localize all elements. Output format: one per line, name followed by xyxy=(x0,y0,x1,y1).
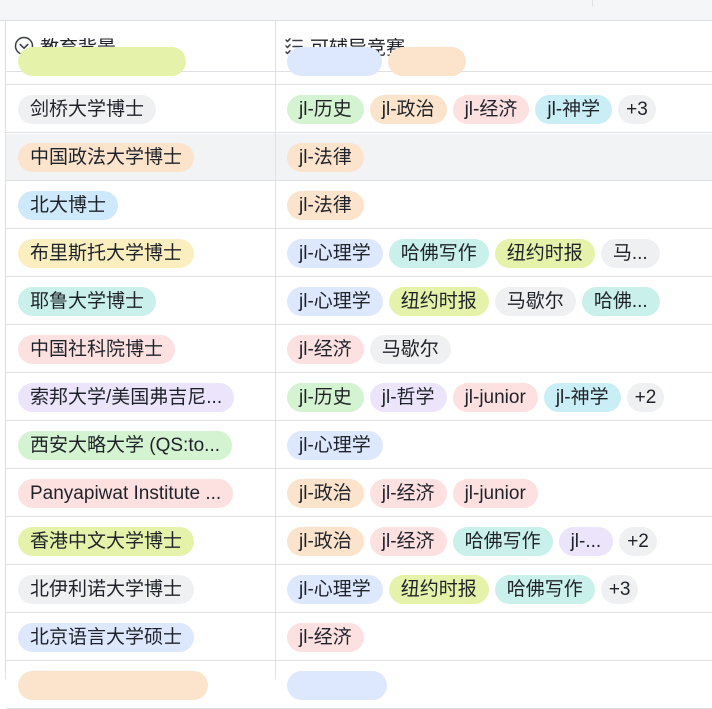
cell-education[interactable]: 西安大略大学 (QS:to... xyxy=(18,422,273,469)
competition-tag: 哈佛写作 xyxy=(388,239,489,268)
competition-tag: jl-经济 xyxy=(287,623,364,652)
education-tag: 北伊利诺大学博士 xyxy=(18,575,195,604)
competition-tag: 哈佛... xyxy=(581,287,660,316)
competition-tag: jl-经济 xyxy=(287,335,364,364)
competition-tag: jl-哲学 xyxy=(369,383,447,412)
cell-education[interactable]: 耶鲁大学博士 xyxy=(18,278,273,325)
education-tag: 香港中文大学博士 xyxy=(18,527,195,556)
competition-tag: 哈佛写作 xyxy=(494,575,595,604)
divider xyxy=(592,0,593,6)
cell-education[interactable] xyxy=(18,38,273,85)
cell-education[interactable] xyxy=(18,662,273,709)
education-tag: 北京语言大学硕士 xyxy=(18,623,195,652)
competition-tag: jl-法律 xyxy=(287,143,364,172)
table-row[interactable]: 中国社科院博士 jl-经济 马歇尔 xyxy=(6,326,712,373)
cell-competitions[interactable]: jl-心理学 xyxy=(287,422,712,469)
competition-tag: jl-心理学 xyxy=(287,239,383,268)
competition-tag: 哈佛写作 xyxy=(452,527,553,556)
top-toolbar-strip xyxy=(0,0,712,21)
competition-tag: jl-... xyxy=(558,527,614,556)
cell-competitions[interactable]: jl-历史 jl-政治 jl-经济 jl-神学 +3 xyxy=(287,86,712,133)
competition-tag: jl-政治 xyxy=(287,479,364,508)
education-tag: 剑桥大学博士 xyxy=(18,95,157,124)
table-row[interactable]: 中国政法大学博士 jl-法律 xyxy=(6,134,712,181)
cell-competitions[interactable]: jl-法律 xyxy=(287,134,712,181)
competition-tag xyxy=(388,47,466,76)
table-row[interactable]: 西安大略大学 (QS:to... jl-心理学 xyxy=(6,422,712,469)
cell-competitions[interactable]: jl-经济 xyxy=(287,614,712,661)
education-tag: 中国社科院博士 xyxy=(18,335,176,364)
cell-competitions[interactable] xyxy=(287,662,712,709)
education-tag: 耶鲁大学博士 xyxy=(18,287,157,316)
cell-competitions[interactable]: jl-心理学 纽约时报 哈佛写作 +3 xyxy=(287,566,712,613)
table-row[interactable]: 北伊利诺大学博士 jl-心理学 纽约时报 哈佛写作 +3 xyxy=(6,566,712,613)
competition-tag xyxy=(287,47,382,76)
competition-tag: 纽约时报 xyxy=(388,575,489,604)
table-row[interactable]: 耶鲁大学博士 jl-心理学 纽约时报 马歇尔 哈佛... xyxy=(6,278,712,325)
competition-tag: jl-神学 xyxy=(543,383,621,412)
competition-tag: jl-神学 xyxy=(535,95,613,124)
table-row[interactable]: 香港中文大学博士 jl-政治 jl-经济 哈佛写作 jl-... +2 xyxy=(6,518,712,565)
cell-competitions[interactable]: jl-政治 jl-经济 哈佛写作 jl-... +2 xyxy=(287,518,712,565)
cell-education[interactable]: Panyapiwat Institute ... xyxy=(18,470,273,517)
more-tags-count[interactable]: +2 xyxy=(626,383,665,412)
more-tags-count[interactable]: +3 xyxy=(600,575,639,604)
competition-tag: jl-政治 xyxy=(369,95,447,124)
table-row[interactable]: 北京语言大学硕士 jl-经济 xyxy=(6,614,712,661)
cell-competitions[interactable]: jl-政治 jl-经济 jl-junior xyxy=(287,470,712,517)
competition-tag: jl-心理学 xyxy=(287,287,383,316)
cell-education[interactable]: 香港中文大学博士 xyxy=(18,518,273,565)
competition-tag: 马歇尔 xyxy=(369,335,451,364)
cell-competitions[interactable]: jl-历史 jl-哲学 jl-junior jl-神学 +2 xyxy=(287,374,712,421)
competition-tag: jl-历史 xyxy=(287,383,364,412)
competition-tag: jl-经济 xyxy=(369,479,447,508)
education-tag: 布里斯托大学博士 xyxy=(18,239,195,268)
education-tag xyxy=(18,671,208,700)
cell-competitions[interactable] xyxy=(287,38,712,85)
competition-tag: 纽约时报 xyxy=(494,239,595,268)
table-row[interactable]: 索邦大学/美国弗吉尼... jl-历史 jl-哲学 jl-junior jl-神学 +2 xyxy=(6,374,712,421)
competition-tag: jl-junior xyxy=(452,383,538,412)
cell-education[interactable]: 北伊利诺大学博士 xyxy=(18,566,273,613)
education-tag: 北大博士 xyxy=(18,191,119,220)
table-row[interactable]: Panyapiwat Institute ... jl-政治 jl-经济 jl-jun… xyxy=(6,470,712,517)
cell-education[interactable]: 北大博士 xyxy=(18,182,273,229)
education-tag: 索邦大学/美国弗吉尼... xyxy=(18,383,235,412)
cell-competitions[interactable]: jl-心理学 纽约时报 马歇尔 哈佛... xyxy=(287,278,712,325)
cell-education[interactable]: 索邦大学/美国弗吉尼... xyxy=(18,374,273,421)
competition-tag: 纽约时报 xyxy=(388,287,489,316)
cell-education[interactable]: 中国政法大学博士 xyxy=(18,134,273,181)
more-tags-count[interactable]: +2 xyxy=(619,527,657,556)
competition-tag: jl-经济 xyxy=(452,95,530,124)
competition-tag: jl-junior xyxy=(452,479,538,508)
table-row[interactable]: 布里斯托大学博士 jl-心理学 哈佛写作 纽约时报 马... xyxy=(6,230,712,277)
cell-education[interactable]: 中国社科院博士 xyxy=(18,326,273,373)
cell-education[interactable]: 北京语言大学硕士 xyxy=(18,614,273,661)
competition-tag: jl-政治 xyxy=(287,527,364,556)
competition-tag: jl-心理学 xyxy=(287,431,383,460)
column-divider xyxy=(275,21,276,679)
education-tag: 西安大略大学 (QS:to... xyxy=(18,431,233,460)
cell-competitions[interactable]: jl-经济 马歇尔 xyxy=(287,326,712,373)
cell-competitions[interactable]: jl-心理学 哈佛写作 纽约时报 马... xyxy=(287,230,712,277)
competition-tag xyxy=(287,671,387,700)
competition-tag: jl-历史 xyxy=(287,95,364,124)
more-tags-count[interactable]: +3 xyxy=(618,95,656,124)
table-row[interactable]: 北大博士 jl-法律 xyxy=(6,182,712,229)
cell-education[interactable]: 剑桥大学博士 xyxy=(18,86,273,133)
competition-tag: 马... xyxy=(600,239,660,268)
education-tag xyxy=(18,47,186,76)
cell-education[interactable]: 布里斯托大学博士 xyxy=(18,230,273,277)
competition-tag: 马歇尔 xyxy=(494,287,576,316)
competition-tag: jl-经济 xyxy=(369,527,447,556)
table-row[interactable] xyxy=(6,38,712,85)
education-tag: 中国政法大学博士 xyxy=(18,143,195,172)
competition-tag: jl-心理学 xyxy=(287,575,383,604)
education-tag: Panyapiwat Institute ... xyxy=(18,479,234,508)
competition-tag: jl-法律 xyxy=(287,191,364,220)
cell-competitions[interactable]: jl-法律 xyxy=(287,182,712,229)
table-row[interactable]: 剑桥大学博士 jl-历史 jl-政治 jl-经济 jl-神学 +3 xyxy=(6,86,712,133)
table-row[interactable] xyxy=(6,662,712,709)
